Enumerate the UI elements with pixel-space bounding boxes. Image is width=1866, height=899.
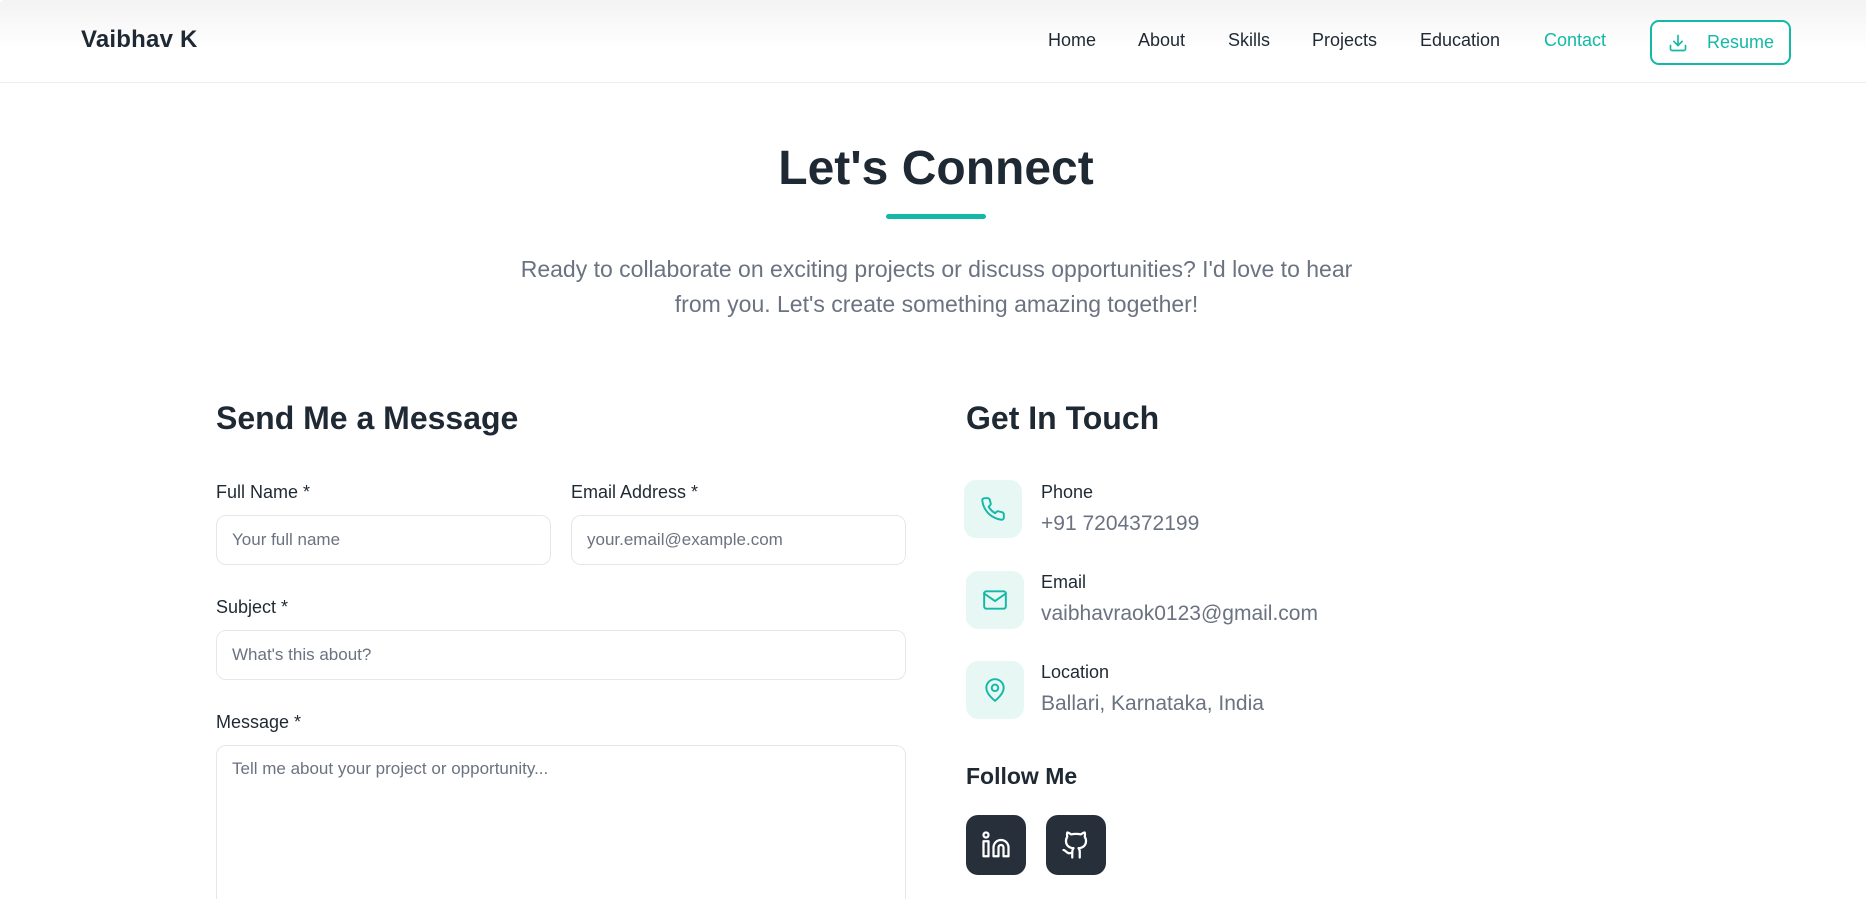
- linkedin-icon: [982, 831, 1010, 858]
- subject-label: Subject *: [216, 597, 289, 617]
- phone-icon: [981, 497, 1005, 521]
- phone-icon-box: [964, 480, 1022, 538]
- site-header: Vaibhav K Home About Skills Projects Edu…: [0, 0, 1866, 83]
- form-title: Send Me a Message: [216, 400, 519, 436]
- location-icon-box: [966, 661, 1024, 719]
- contact-page: Vaibhav K Home About Skills Projects Edu…: [0, 0, 1866, 899]
- resume-button[interactable]: Resume: [1650, 20, 1791, 65]
- phone-label: Phone: [1041, 482, 1094, 502]
- subject-input[interactable]: [216, 630, 906, 680]
- page-title: Let's Connect: [778, 142, 1094, 195]
- nav-education[interactable]: Education: [1420, 30, 1500, 51]
- map-pin-icon: [985, 678, 1005, 702]
- phone-value[interactable]: +91 7204372199: [1041, 512, 1199, 536]
- full-name-input[interactable]: [216, 515, 551, 565]
- follow-title: Follow Me: [966, 763, 1078, 789]
- mail-icon: [983, 590, 1007, 610]
- resume-label: Resume: [1707, 32, 1775, 52]
- nav-contact[interactable]: Contact: [1544, 30, 1606, 51]
- github-icon: [1062, 831, 1088, 859]
- page-subtitle: Ready to collaborate on exciting project…: [520, 256, 1353, 317]
- full-name-label: Full Name *: [216, 482, 311, 502]
- title-underline: [886, 214, 986, 219]
- brand-logo[interactable]: Vaibhav K: [81, 26, 198, 54]
- email-icon-box: [966, 571, 1024, 629]
- nav-projects[interactable]: Projects: [1312, 30, 1377, 51]
- message-textarea[interactable]: [216, 745, 906, 899]
- email-label: Email Address *: [571, 482, 699, 502]
- nav-home[interactable]: Home: [1048, 30, 1096, 51]
- linkedin-button[interactable]: [966, 815, 1026, 875]
- nav-skills[interactable]: Skills: [1228, 30, 1270, 51]
- email-info-label: Email: [1041, 572, 1087, 592]
- location-value: Ballari, Karnataka, India: [1041, 692, 1264, 715]
- email-input[interactable]: [571, 515, 906, 565]
- download-icon: [1669, 34, 1687, 52]
- message-label: Message *: [216, 712, 302, 732]
- github-button[interactable]: [1046, 815, 1106, 875]
- nav-about[interactable]: About: [1138, 30, 1185, 51]
- location-label: Location: [1041, 662, 1110, 682]
- contact-title: Get In Touch: [966, 400, 1160, 436]
- email-value[interactable]: vaibhavraok0123@gmail.com: [1041, 602, 1318, 626]
